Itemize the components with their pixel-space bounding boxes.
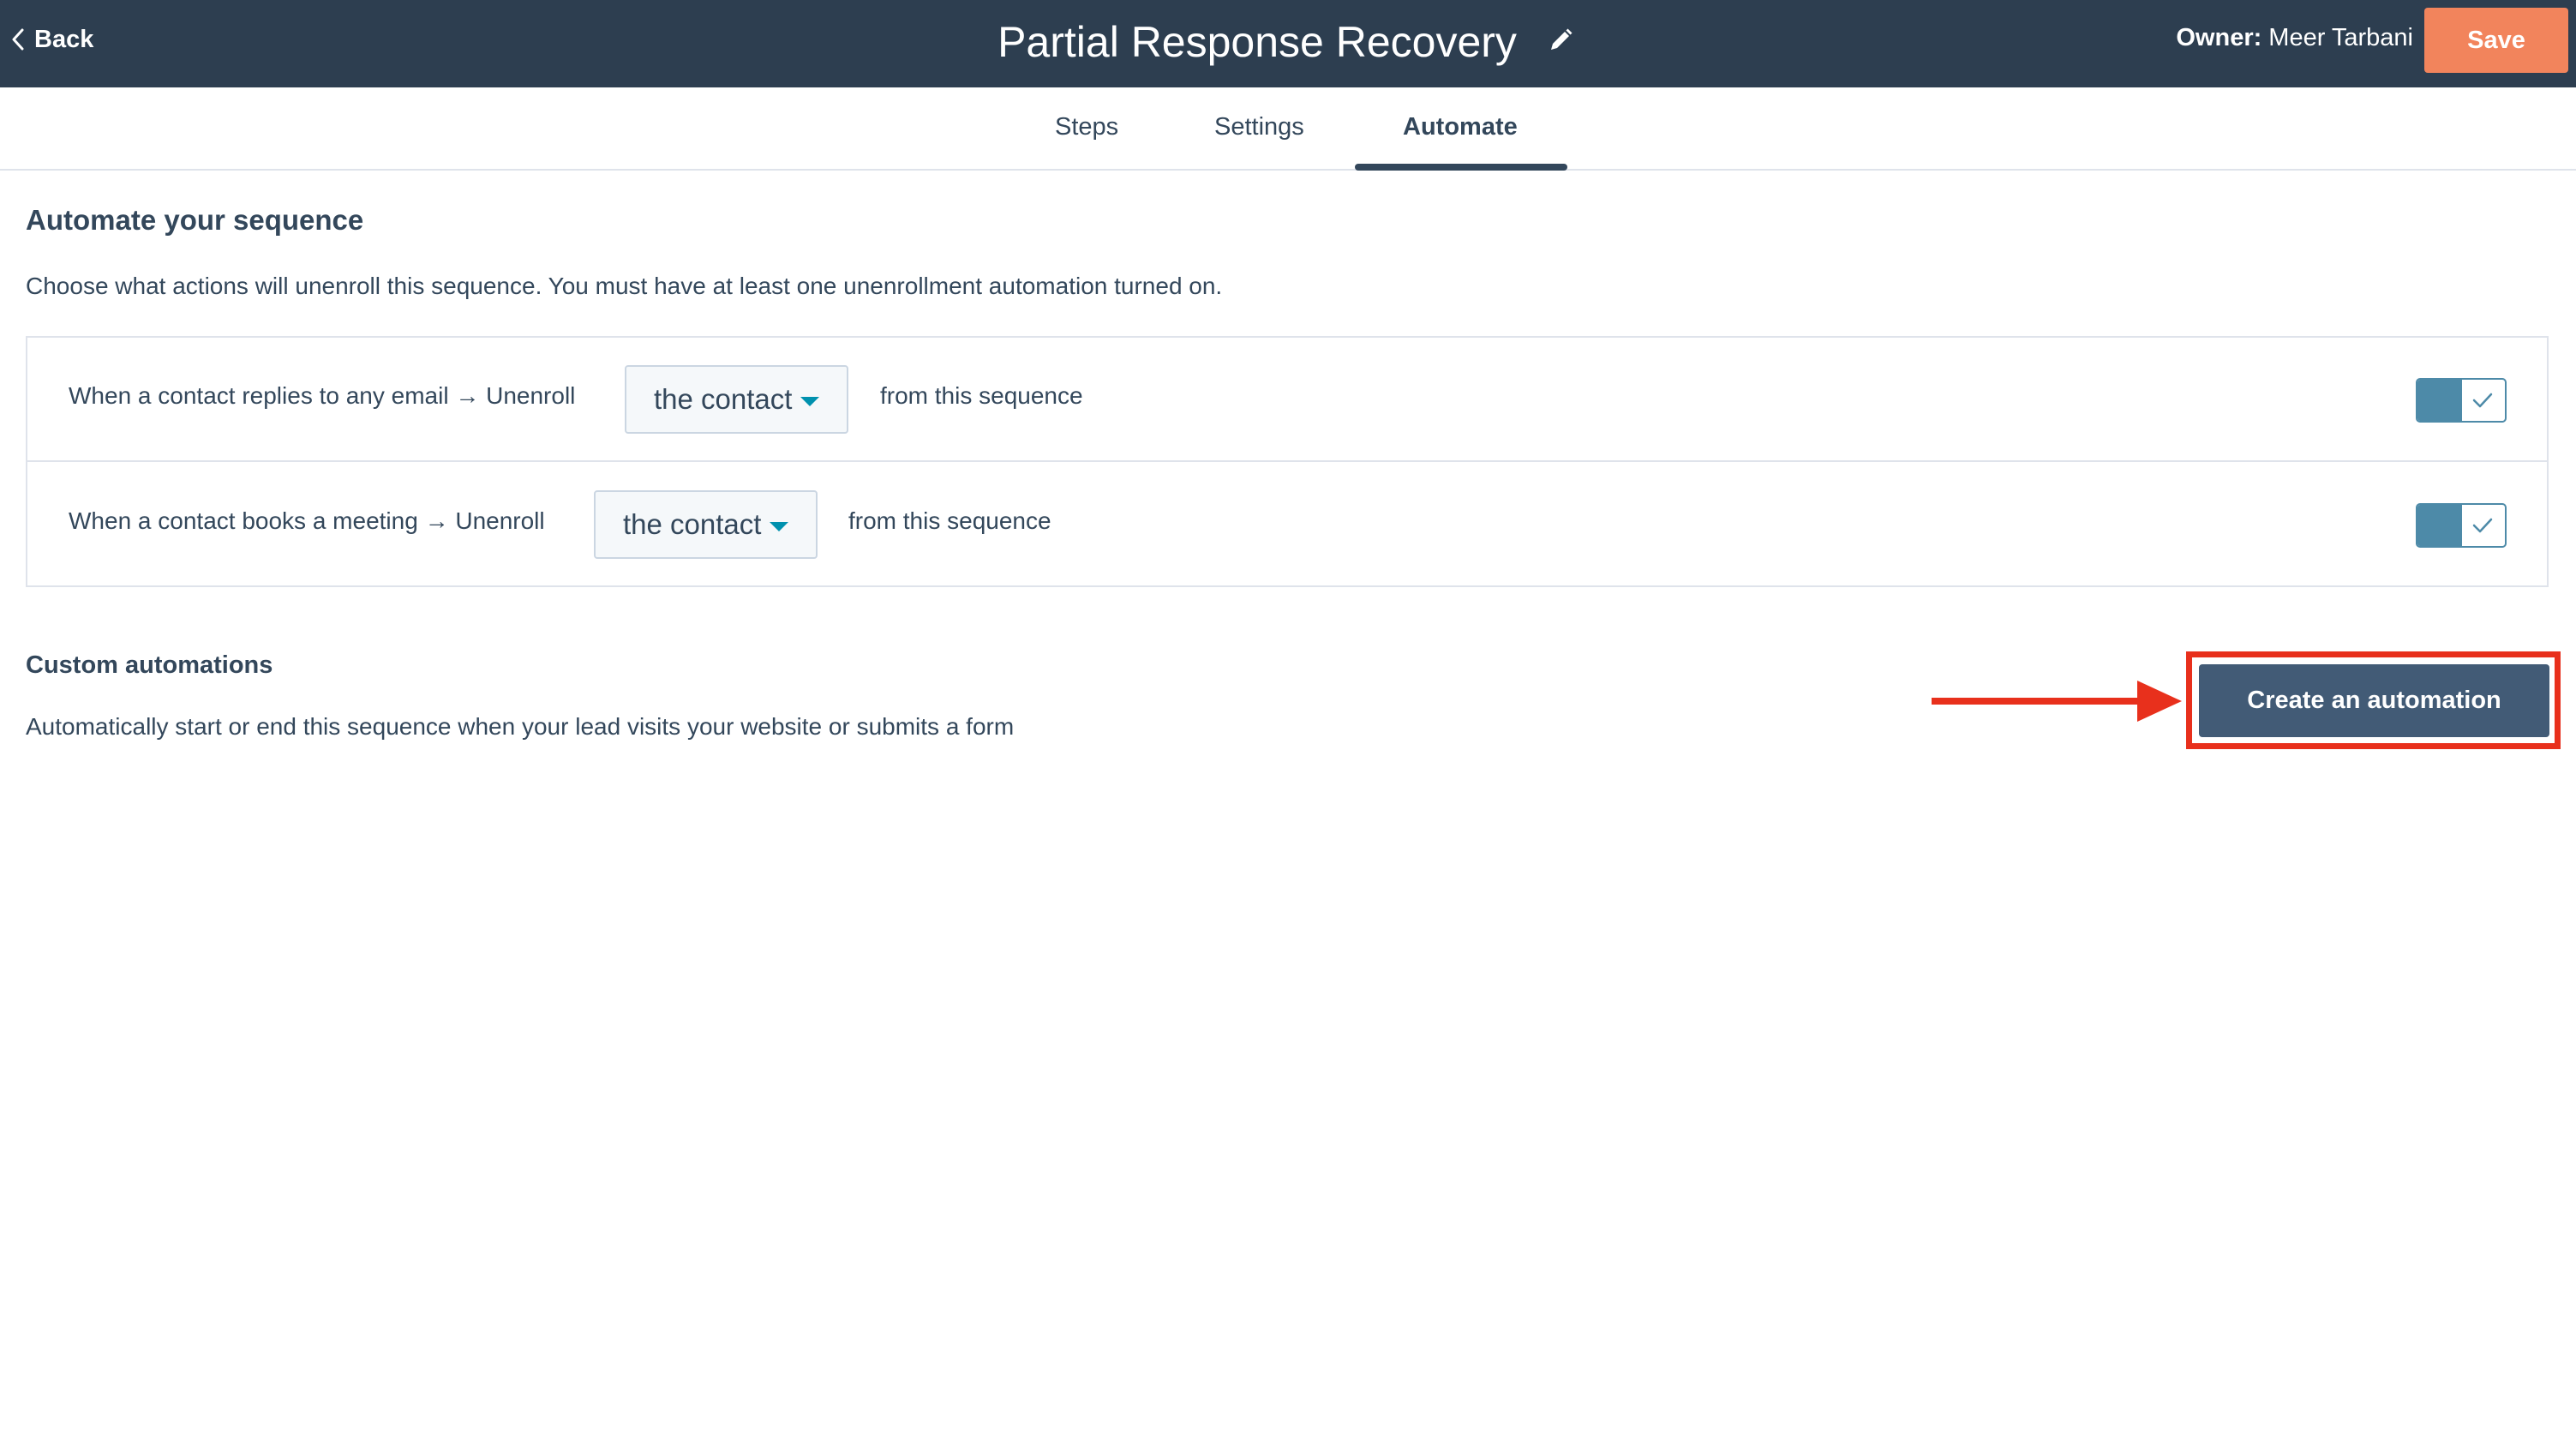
arrow-right-icon bbox=[1932, 677, 2189, 729]
rule-prefix: When a contact books a meeting → Unenrol… bbox=[69, 507, 545, 534]
toggle-knob bbox=[2417, 505, 2462, 546]
back-button[interactable]: Back bbox=[12, 22, 93, 57]
create-automation-button[interactable]: Create an automation bbox=[2199, 664, 2549, 737]
unenroll-rules: When a contact replies to any email → Un… bbox=[26, 336, 2549, 587]
check-icon bbox=[2471, 390, 2495, 415]
tab-steps[interactable]: Steps bbox=[1055, 113, 1118, 141]
unenroll-target-dropdown[interactable]: the contact bbox=[594, 490, 818, 559]
owner-name: Meer Tarbani bbox=[2268, 24, 2413, 51]
dropdown-value: the contact bbox=[623, 508, 762, 540]
tab-settings[interactable]: Settings bbox=[1214, 113, 1304, 141]
section-title: Automate your sequence bbox=[26, 204, 364, 236]
rule-toggle[interactable] bbox=[2416, 378, 2507, 423]
rule-suffix: from this sequence bbox=[848, 507, 1051, 534]
pencil-icon[interactable] bbox=[1548, 27, 1573, 57]
rule-toggle[interactable] bbox=[2416, 503, 2507, 548]
top-bar: Back Partial Response Recovery Owner: Mee… bbox=[0, 0, 2576, 87]
chevron-left-icon bbox=[12, 28, 24, 51]
rule-prefix: When a contact replies to any email → Un… bbox=[69, 382, 576, 409]
active-tab-indicator bbox=[1355, 164, 1567, 171]
rule-suffix: from this sequence bbox=[880, 382, 1083, 409]
custom-automations-description: Automatically start or end this sequence… bbox=[26, 713, 1015, 740]
caret-down-icon bbox=[770, 521, 789, 531]
owner-info: Owner: Meer Tarbani bbox=[2176, 24, 2413, 52]
unenroll-target-dropdown[interactable]: the contact bbox=[625, 365, 849, 434]
tab-bar: Steps Settings Automate bbox=[0, 87, 2576, 171]
owner-label: Owner: bbox=[2176, 24, 2262, 51]
back-label: Back bbox=[34, 25, 94, 53]
save-button[interactable]: Save bbox=[2424, 8, 2568, 73]
tab-automate[interactable]: Automate bbox=[1403, 113, 1518, 141]
dropdown-value: the contact bbox=[654, 383, 793, 415]
section-description: Choose what actions will unenroll this s… bbox=[26, 273, 1223, 299]
custom-automations-title: Custom automations bbox=[26, 651, 273, 679]
check-icon bbox=[2471, 515, 2495, 540]
page-title: Partial Response Recovery bbox=[997, 18, 1517, 66]
caret-down-icon bbox=[800, 396, 820, 406]
toggle-knob bbox=[2417, 380, 2462, 421]
rule-row-meeting: When a contact books a meeting → Unenrol… bbox=[27, 463, 2547, 587]
title-area: Partial Response Recovery bbox=[943, 12, 1628, 72]
rule-row-reply: When a contact replies to any email → Un… bbox=[27, 338, 2547, 462]
